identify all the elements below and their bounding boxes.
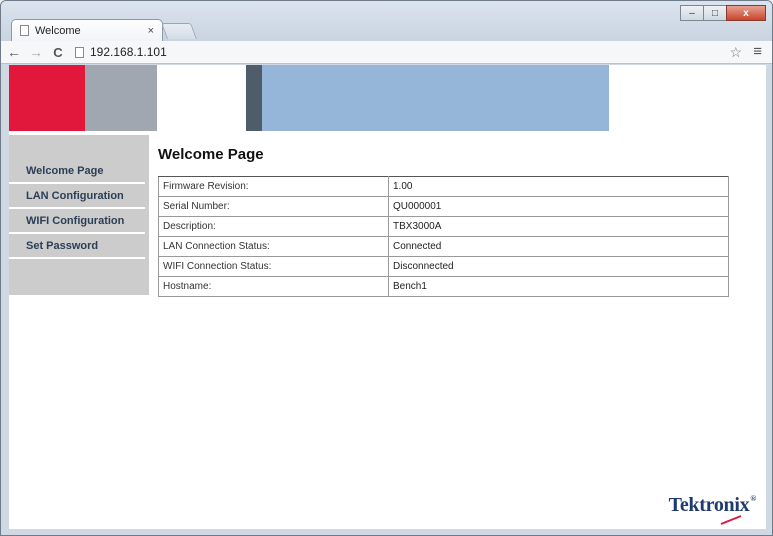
row-label: WIFI Connection Status: bbox=[158, 256, 389, 277]
close-window-button[interactable]: x bbox=[726, 5, 766, 21]
bookmark-star-icon[interactable]: ☆ bbox=[729, 44, 742, 61]
sidebar-item-wifi-configuration[interactable]: WIFI Configuration bbox=[9, 209, 145, 234]
banner-blue-block bbox=[262, 65, 609, 131]
logo-text: Tektronix bbox=[668, 494, 750, 516]
row-value: Connected bbox=[388, 236, 729, 257]
browser-window: Welcome × – □ x ← → C 192.168.1.101 ☆ ≡ bbox=[0, 0, 773, 536]
page-icon bbox=[20, 25, 29, 36]
reload-icon[interactable]: C bbox=[49, 45, 67, 60]
window-bottom-edge bbox=[1, 529, 772, 535]
banner-grey-block bbox=[85, 65, 157, 131]
row-label: Serial Number: bbox=[158, 196, 389, 217]
banner-red-block bbox=[9, 65, 85, 131]
row-label: Description: bbox=[158, 216, 389, 237]
forward-arrow-icon[interactable]: → bbox=[27, 44, 45, 60]
row-label: Firmware Revision: bbox=[158, 176, 389, 197]
new-tab-button[interactable] bbox=[161, 23, 197, 39]
menu-icon[interactable]: ≡ bbox=[753, 43, 762, 60]
row-value: Bench1 bbox=[388, 276, 729, 297]
page-viewport: Welcome Page LAN Configuration WIFI Conf… bbox=[9, 65, 766, 531]
url-text[interactable]: 192.168.1.101 bbox=[90, 45, 167, 59]
logo-swoosh-icon bbox=[720, 515, 742, 525]
address-bar[interactable]: 192.168.1.101 bbox=[75, 43, 735, 62]
sidebar-item-welcome-page[interactable]: Welcome Page bbox=[9, 159, 145, 184]
row-label: LAN Connection Status: bbox=[158, 236, 389, 257]
table-row: LAN Connection Status: Connected bbox=[158, 236, 729, 257]
table-row: Hostname: Bench1 bbox=[158, 276, 729, 297]
table-row: Firmware Revision: 1.00 bbox=[158, 176, 729, 197]
browser-toolbar: ← → C 192.168.1.101 ☆ ≡ bbox=[1, 41, 772, 64]
tab-close-icon[interactable]: × bbox=[148, 25, 154, 37]
row-value: Disconnected bbox=[388, 256, 729, 277]
minimize-button[interactable]: – bbox=[680, 5, 704, 21]
banner-dark-block bbox=[246, 65, 262, 131]
row-label: Hostname: bbox=[158, 276, 389, 297]
sidebar-nav: Welcome Page LAN Configuration WIFI Conf… bbox=[9, 135, 149, 295]
browser-tab[interactable]: Welcome × bbox=[11, 19, 163, 41]
tab-title: Welcome bbox=[35, 24, 81, 37]
table-row: Description: TBX3000A bbox=[158, 216, 729, 237]
tektronix-logo: Tektronix® bbox=[668, 494, 756, 525]
row-value: QU000001 bbox=[388, 196, 729, 217]
row-value: 1.00 bbox=[388, 176, 729, 197]
window-controls: – □ x bbox=[680, 5, 766, 21]
page-icon bbox=[75, 46, 84, 58]
sidebar-item-lan-configuration[interactable]: LAN Configuration bbox=[9, 184, 145, 209]
back-arrow-icon[interactable]: ← bbox=[5, 44, 23, 60]
sidebar-item-set-password[interactable]: Set Password bbox=[9, 234, 145, 259]
header-banner bbox=[9, 65, 766, 131]
registered-mark: ® bbox=[750, 494, 756, 503]
maximize-button[interactable]: □ bbox=[703, 5, 727, 21]
table-row: Serial Number: QU000001 bbox=[158, 196, 729, 217]
row-value: TBX3000A bbox=[388, 216, 729, 237]
page-title: Welcome Page bbox=[158, 146, 264, 163]
table-row: WIFI Connection Status: Disconnected bbox=[158, 256, 729, 277]
device-info-table: Firmware Revision: 1.00 Serial Number: Q… bbox=[158, 176, 729, 297]
title-bar: Welcome × – □ x bbox=[1, 1, 772, 41]
